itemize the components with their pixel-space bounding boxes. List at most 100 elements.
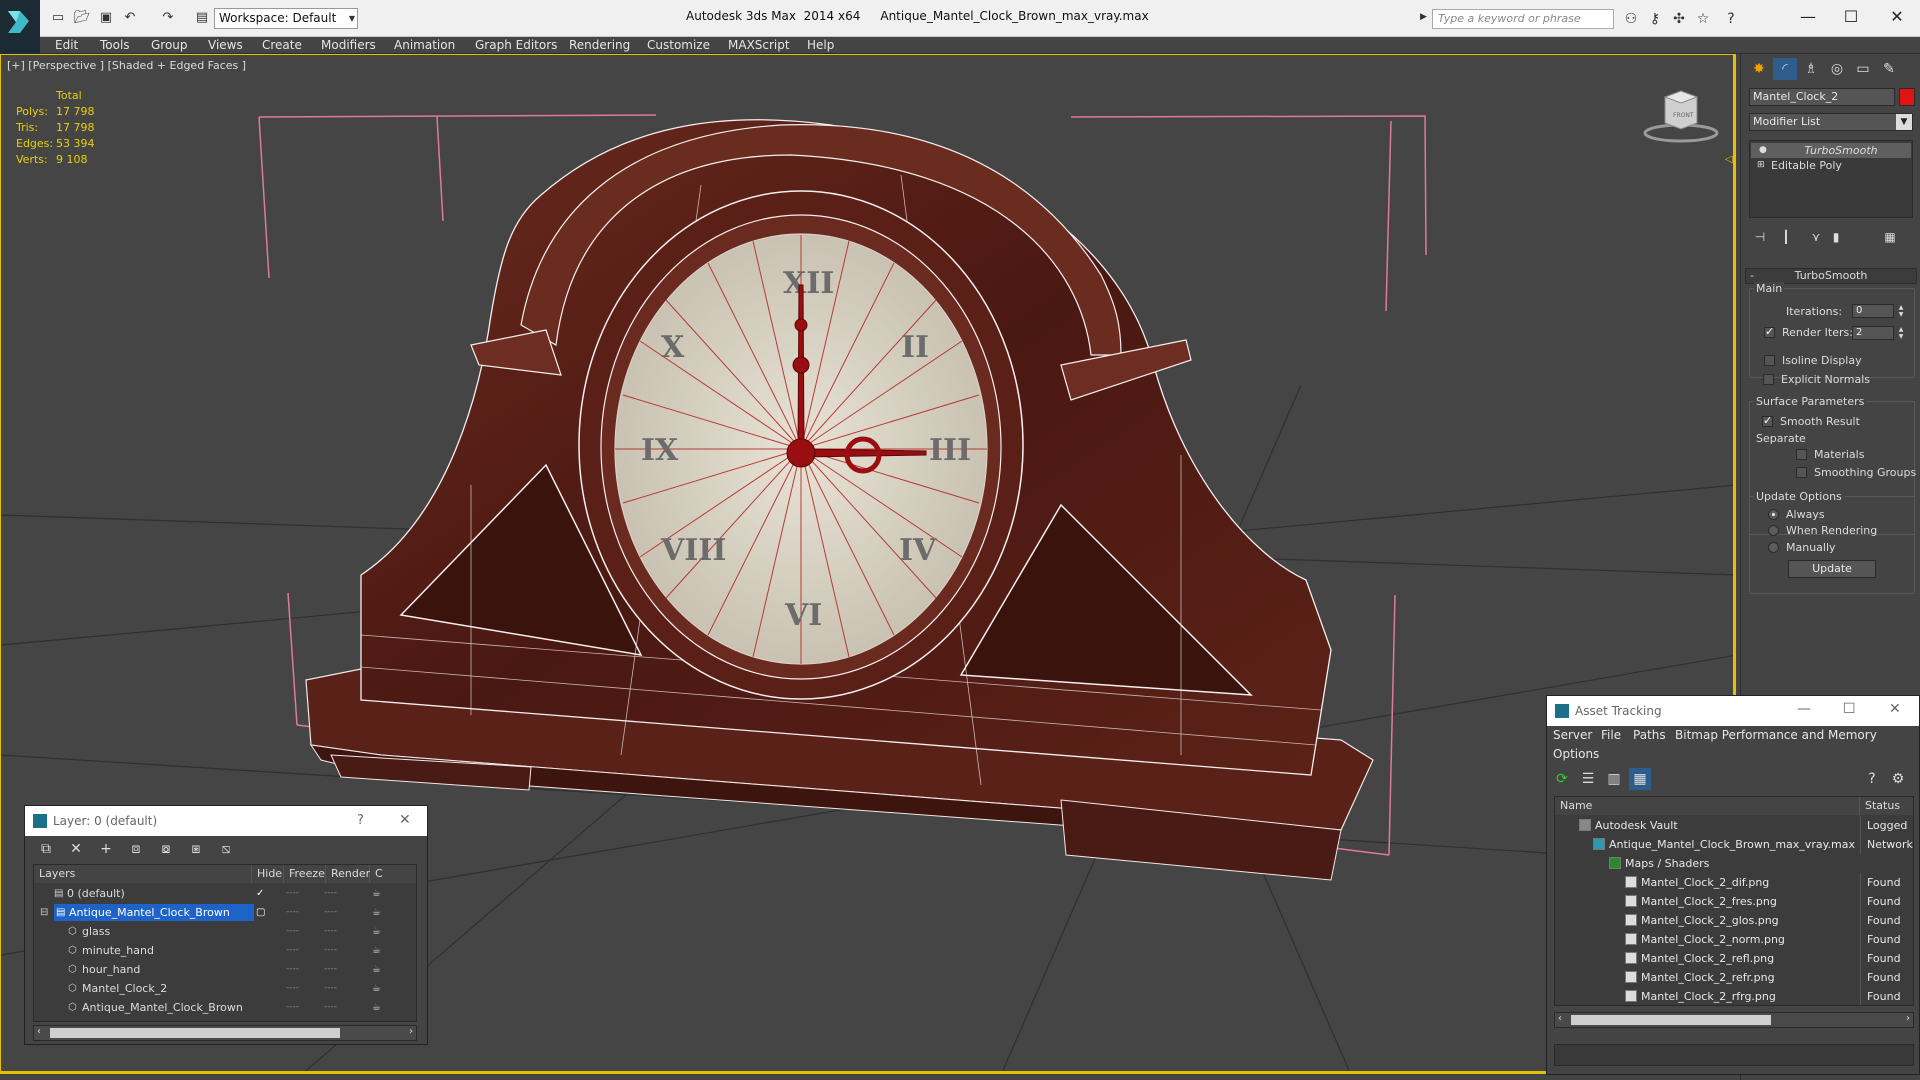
app-logo[interactable]: [0, 0, 40, 54]
tree-view-icon[interactable]: ▥: [1603, 768, 1625, 790]
workspace-dropdown[interactable]: Workspace: Default ▼: [214, 8, 358, 29]
maximize-button[interactable]: ☐: [1843, 701, 1856, 717]
menu-tools[interactable]: Tools: [100, 38, 130, 52]
menu-views[interactable]: Views: [208, 38, 243, 52]
modify-tab-icon[interactable]: ◜: [1773, 58, 1797, 80]
render-iters-spinner[interactable]: 2: [1852, 326, 1894, 340]
col-status[interactable]: Status: [1860, 797, 1913, 815]
col-layers[interactable]: Layers: [34, 865, 252, 883]
object-color-swatch[interactable]: [1899, 88, 1915, 106]
modifier-stack[interactable]: ● TurboSmooth ⊞ Editable Poly: [1749, 140, 1913, 218]
layer-object-row[interactable]: ⬡ glass ---- ---- ☕︎: [34, 922, 416, 941]
remove-modifier-icon[interactable]: ▮: [1827, 228, 1845, 246]
menu-help[interactable]: Help: [807, 38, 834, 52]
help-button[interactable]: ?: [357, 813, 364, 828]
undo-icon[interactable]: ↶: [122, 10, 138, 26]
viewcube[interactable]: FRONT: [1641, 85, 1721, 148]
scroll-thumb[interactable]: [50, 1028, 340, 1038]
object-name-field[interactable]: Mantel_Clock_2: [1749, 88, 1895, 106]
explicit-normals-checkbox[interactable]: [1763, 374, 1774, 385]
modifier-list-dropdown[interactable]: Modifier List ▼: [1749, 113, 1913, 131]
list-view-icon[interactable]: ☰: [1577, 768, 1599, 790]
close-icon[interactable]: ✕: [1889, 701, 1901, 717]
update-manually-radio[interactable]: [1768, 542, 1779, 553]
col-color[interactable]: C: [370, 865, 416, 883]
menu-customize[interactable]: Customize: [647, 38, 710, 52]
redo-icon[interactable]: ↷: [160, 10, 176, 26]
layer-window-titlebar[interactable]: Layer: 0 (default) ? ✕: [25, 806, 427, 836]
asset-row[interactable]: Mantel_Clock_2_refl.png Found: [1555, 949, 1913, 968]
hide-toggle[interactable]: ----: [286, 903, 299, 922]
hide-toggle[interactable]: ----: [286, 941, 299, 960]
menu-maxscript[interactable]: MAXScript: [728, 38, 790, 52]
close-icon[interactable]: ✕: [399, 812, 411, 828]
hide-toggle[interactable]: ----: [286, 998, 299, 1017]
search-input[interactable]: Type a keyword or phrase: [1432, 9, 1614, 29]
menu-modifiers[interactable]: Modifiers: [321, 38, 376, 52]
layer-object-row[interactable]: ⬡ minute_hand ---- ---- ☕︎: [34, 941, 416, 960]
create-tab-icon[interactable]: ✸: [1747, 58, 1771, 80]
asset-row[interactable]: Mantel_Clock_2_fres.png Found: [1555, 892, 1913, 911]
asset-menu-server[interactable]: Server: [1553, 728, 1592, 742]
checkmark-icon[interactable]: ✓: [256, 884, 264, 903]
spinner-arrows-icon[interactable]: ▲ ▼: [1896, 304, 1906, 318]
hide-toggle[interactable]: ----: [286, 960, 299, 979]
scroll-right-icon[interactable]: ›: [1906, 1013, 1910, 1024]
close-button[interactable]: ✕: [1874, 4, 1920, 30]
freeze-toggle[interactable]: ----: [324, 922, 337, 941]
binoculars-icon[interactable]: ⚇: [1622, 10, 1640, 28]
asset-row[interactable]: Mantel_Clock_2_refr.png Found: [1555, 968, 1913, 987]
new-file-icon[interactable]: ▭: [50, 10, 66, 26]
asset-row[interactable]: Maps / Shaders: [1555, 854, 1913, 873]
delete-layer-icon[interactable]: ✕: [65, 838, 87, 860]
asset-row[interactable]: Mantel_Clock_2_dif.png Found: [1555, 873, 1913, 892]
asset-row[interactable]: Mantel_Clock_2_norm.png Found: [1555, 930, 1913, 949]
render-teapot-icon[interactable]: ☕︎: [372, 998, 381, 1017]
create-layer-icon[interactable]: ⧉: [35, 838, 57, 860]
open-file-icon[interactable]: 📂︎: [74, 10, 91, 26]
star-icon[interactable]: ☆: [1694, 10, 1712, 28]
play-arrow-icon[interactable]: ▶: [1420, 12, 1427, 22]
layer-object-row[interactable]: ⬡ Mantel_Clock_2 ---- ---- ☕︎: [34, 979, 416, 998]
smooth-result-checkbox[interactable]: [1762, 414, 1773, 427]
smoothing-groups-checkbox[interactable]: [1796, 467, 1807, 478]
isoline-display-checkbox[interactable]: [1764, 355, 1775, 366]
highlight-selected-icon[interactable]: ⧇: [155, 838, 177, 860]
pin-stack-icon[interactable]: ⊣: [1751, 228, 1769, 246]
show-end-result-icon[interactable]: ┃: [1777, 228, 1795, 246]
freeze-toggle[interactable]: ----: [324, 960, 337, 979]
freeze-toggle[interactable]: ----: [324, 941, 337, 960]
help-icon[interactable]: ?: [1722, 10, 1740, 28]
add-to-layer-icon[interactable]: +: [95, 838, 117, 860]
stack-item-editable-poly[interactable]: ⊞ Editable Poly: [1751, 158, 1911, 173]
freeze-toggle[interactable]: ----: [324, 998, 337, 1017]
asset-table[interactable]: Name Status Autodesk Vault Logged Antiqu…: [1554, 796, 1914, 1006]
hide-all-icon[interactable]: ⧆: [185, 838, 207, 860]
scroll-left-icon[interactable]: ‹: [37, 1026, 41, 1037]
menu-graph-editors[interactable]: Graph Editors: [475, 38, 557, 52]
menu-group[interactable]: Group: [151, 38, 188, 52]
materials-checkbox[interactable]: [1796, 449, 1807, 460]
scroll-right-icon[interactable]: ›: [409, 1026, 413, 1037]
table-view-icon[interactable]: ▦: [1629, 768, 1651, 790]
render-teapot-icon[interactable]: ☕︎: [372, 941, 381, 960]
scroll-thumb[interactable]: [1571, 1015, 1771, 1025]
hierarchy-tab-icon[interactable]: ♗: [1799, 58, 1823, 80]
asset-row[interactable]: Mantel_Clock_2_rfrg.png Found: [1555, 987, 1913, 1005]
col-name[interactable]: Name: [1555, 797, 1860, 815]
current-layer-icon[interactable]: ▢: [256, 903, 265, 922]
collapse-icon[interactable]: ⊟: [40, 903, 48, 922]
motion-tab-icon[interactable]: ◎: [1825, 58, 1849, 80]
layer-object-row[interactable]: ⬡ Antique_Mantel_Clock_Brown ---- ---- ☕…: [34, 998, 416, 1017]
asset-menu-options[interactable]: Options: [1553, 747, 1599, 761]
asset-window-titlebar[interactable]: Asset Tracking — ☐ ✕: [1547, 696, 1919, 726]
viewport-label[interactable]: [+] [Perspective ] [Shaded + Edged Faces…: [7, 59, 246, 72]
hide-toggle[interactable]: ----: [286, 979, 299, 998]
iterations-spinner[interactable]: 0: [1852, 304, 1894, 318]
col-hide[interactable]: Hide: [252, 865, 284, 883]
key-icon[interactable]: ⚷: [1646, 10, 1664, 28]
col-freeze[interactable]: Freeze: [284, 865, 326, 883]
update-always-radio[interactable]: [1768, 509, 1779, 520]
select-objects-icon[interactable]: ⧈: [125, 838, 147, 860]
help-icon[interactable]: ?: [1861, 768, 1883, 790]
